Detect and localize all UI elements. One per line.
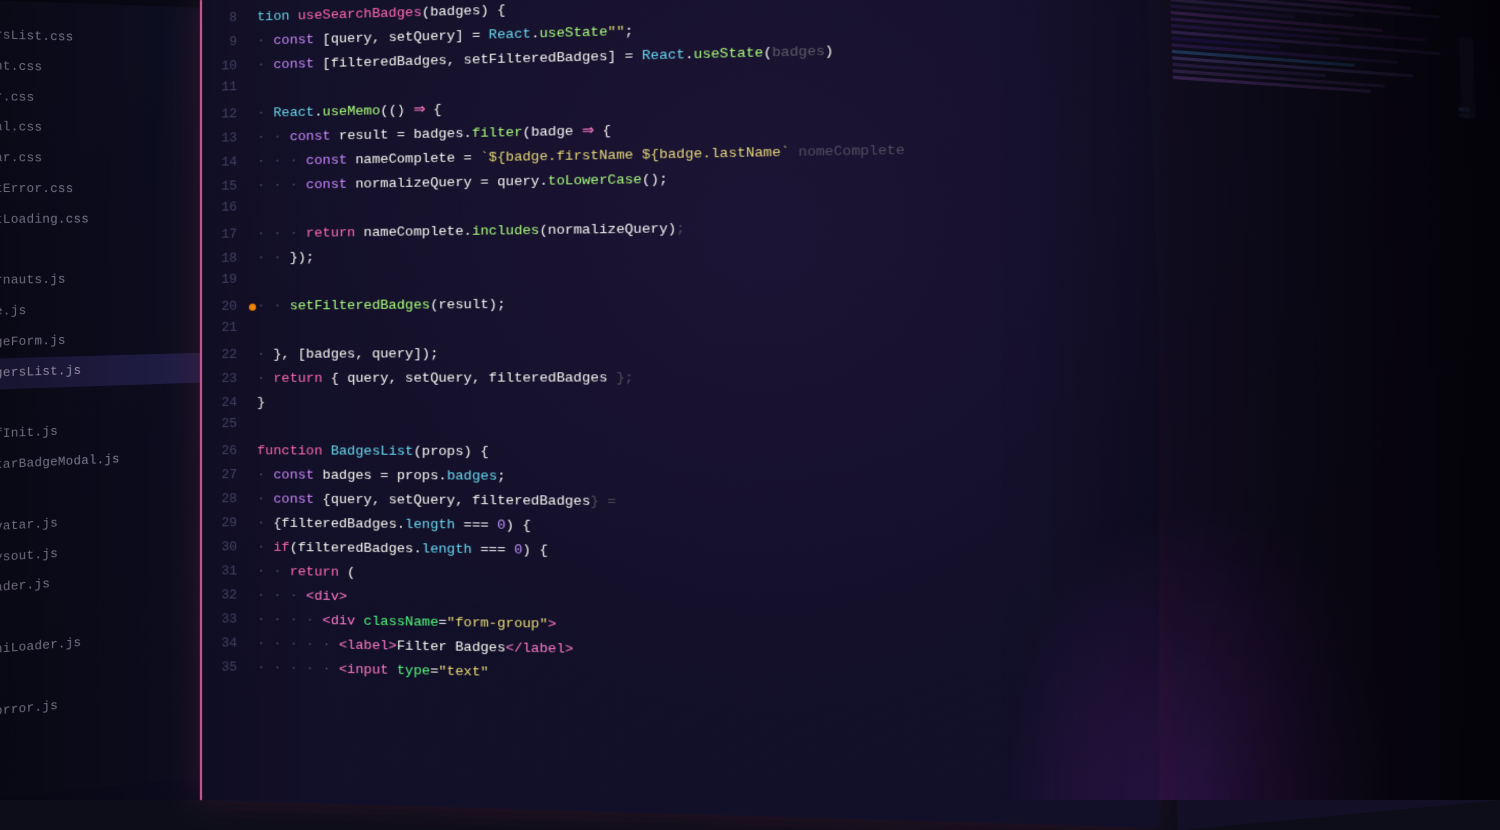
code-line: 22 · }, [badges, query]); xyxy=(202,340,1159,368)
line-number: 26 xyxy=(202,443,257,458)
minimap-lines xyxy=(1146,0,1491,142)
line-number: 9 xyxy=(202,33,257,49)
scene: rsList.css nt.css r.css al.css ar.css tE… xyxy=(0,0,1500,800)
line-number: 14 xyxy=(202,154,257,170)
code-content: 8 tion useSearchBadges(badges) { 9 · con… xyxy=(202,0,1159,708)
line-number: 30 xyxy=(202,539,257,555)
line-number: 10 xyxy=(202,58,257,74)
line-number: 11 xyxy=(202,79,257,95)
line-number: 15 xyxy=(202,178,257,194)
minimap-panel xyxy=(1146,0,1500,830)
line-number: 34 xyxy=(202,635,257,651)
line-number: 29 xyxy=(202,515,257,531)
line-number: 12 xyxy=(202,106,257,122)
line-number: 35 xyxy=(202,659,257,675)
line-number: 28 xyxy=(202,491,257,506)
line-content: · return { query, setQuery, filteredBadg… xyxy=(257,366,1159,392)
line-number: 25 xyxy=(202,416,257,431)
line-number: 8 xyxy=(202,9,257,26)
line-number: 13 xyxy=(202,130,257,146)
line-content xyxy=(257,427,1159,429)
code-line: 23 · return { query, setQuery, filteredB… xyxy=(202,366,1159,392)
code-line: 25 xyxy=(202,416,1159,443)
line-number: 18 xyxy=(202,250,257,266)
scrollbar-handle[interactable] xyxy=(1459,37,1476,119)
line-content: } xyxy=(257,391,1159,417)
line-number: 33 xyxy=(202,611,257,627)
line-number: 31 xyxy=(202,563,257,579)
line-number: 27 xyxy=(202,467,257,482)
line-number: 22 xyxy=(202,347,257,362)
code-line: 24 } xyxy=(202,391,1159,417)
line-number: 16 xyxy=(202,199,257,215)
line-number: 24 xyxy=(202,395,257,410)
line-number: 32 xyxy=(202,587,257,603)
editor-panel: 8 tion useSearchBadges(badges) { 9 · con… xyxy=(200,0,1159,828)
line-content: · }, [badges, query]); xyxy=(257,340,1159,368)
line-number: 23 xyxy=(202,371,257,386)
line-number: 21 xyxy=(202,320,257,335)
line-content xyxy=(257,275,1159,283)
line-content xyxy=(257,326,1159,331)
line-number: 17 xyxy=(202,226,257,242)
line-number: 19 xyxy=(202,271,257,287)
code-line: 21 xyxy=(202,314,1159,344)
breakpoint-dot xyxy=(249,304,256,311)
line-content xyxy=(257,198,1159,210)
